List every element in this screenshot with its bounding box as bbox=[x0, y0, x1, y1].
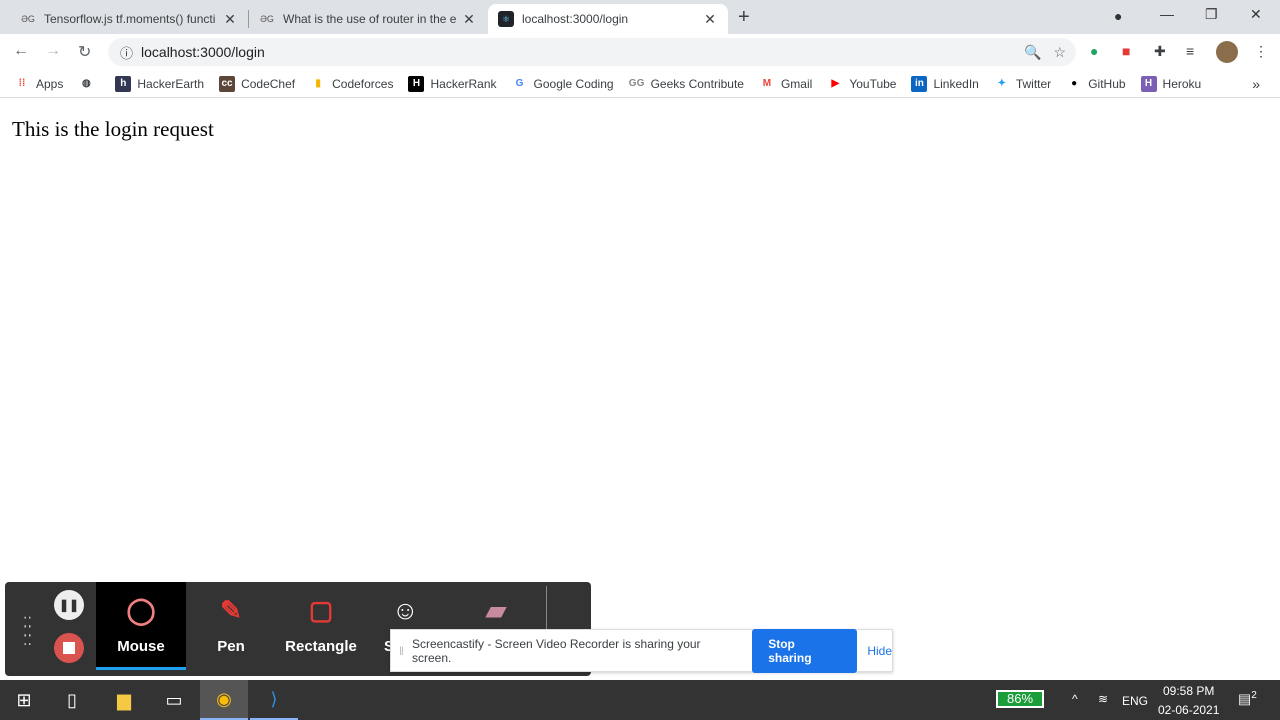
more-bookmarks-icon[interactable]: » bbox=[1252, 76, 1260, 92]
drag-icon[interactable]: ‖ bbox=[399, 644, 404, 658]
bookmark-heroku[interactable]: H Heroku bbox=[1140, 75, 1201, 92]
GG-icon: GG bbox=[628, 78, 645, 89]
G-icon: G bbox=[515, 78, 524, 89]
in-icon: in bbox=[911, 75, 928, 92]
reading-list-icon[interactable]: ≡ bbox=[1186, 43, 1194, 59]
browser-toolbar: ← → ↻ ⓘ localhost:3000/login 🔍 ☆ ● ■ ✚ ≡… bbox=[0, 34, 1280, 70]
octocat-icon: ● bbox=[1071, 78, 1078, 89]
bookmark-apps[interactable]: ⁞⁞ Apps bbox=[14, 76, 64, 92]
tab-bar: ƏG Tensorflow.js tf.moments() functi ✕ ƏG W… bbox=[0, 0, 1280, 34]
clock-date[interactable]: 02-06-2021 bbox=[1158, 703, 1219, 717]
bookmark-codeforces[interactable]: ▮ Codeforces bbox=[310, 76, 393, 92]
cc-icon: cc bbox=[219, 75, 236, 92]
bookmark-youtube[interactable]: ▶ YouTube bbox=[827, 76, 896, 92]
bookmark-google-coding[interactable]: G Google Coding bbox=[512, 76, 614, 92]
bookmark-hackerearth[interactable]: h HackerEarth bbox=[115, 75, 204, 92]
tool-mouse[interactable]: ◯ Mouse bbox=[96, 582, 186, 670]
close-tab-icon[interactable]: ✕ bbox=[222, 11, 238, 28]
tray-chevron-icon[interactable]: ^ bbox=[1072, 692, 1078, 706]
H-icon: H bbox=[408, 75, 425, 92]
forward-icon[interactable]: → bbox=[45, 42, 61, 60]
close-tab-icon[interactable]: ✕ bbox=[702, 11, 718, 28]
M-icon: M bbox=[762, 78, 772, 89]
windows-start-icon[interactable]: ⊞ bbox=[0, 680, 48, 720]
bird-icon: ✦ bbox=[997, 78, 1007, 89]
react-icon: ⚛ bbox=[498, 11, 514, 27]
stop-button[interactable] bbox=[54, 633, 84, 663]
extensions-icon[interactable]: ✚ bbox=[1154, 43, 1166, 60]
sharing-banner: ‖ Screencastify - Screen Video Recorder … bbox=[390, 628, 893, 673]
vscode-icon[interactable]: ⟩ bbox=[250, 680, 298, 720]
bookmark-gmail[interactable]: M Gmail bbox=[759, 76, 813, 92]
mouse-cursor-icon: ◯ bbox=[126, 594, 156, 625]
close-tab-icon[interactable]: ✕ bbox=[461, 11, 477, 28]
globe-icon: ◍ bbox=[81, 78, 91, 89]
gfg-icon: ƏG bbox=[21, 14, 35, 24]
bookmarks-bar: ⁞⁞ Apps ◍ h HackerEarth cc CodeChef ▮ Codeforces… bbox=[0, 70, 1280, 98]
mysql-icon[interactable]: ▭ bbox=[150, 680, 198, 720]
bookmark-linkedin[interactable]: in LinkedIn bbox=[911, 75, 979, 92]
back-icon[interactable]: ← bbox=[13, 42, 29, 60]
gfg-icon: ƏG bbox=[260, 14, 274, 24]
screencastify-icon[interactable]: ■ bbox=[1122, 43, 1130, 59]
taskbar: ⊞ ▯ ▆ ▭ ◉ ⟩ bbox=[0, 680, 1280, 720]
close-window-button[interactable]: ✕ bbox=[1250, 6, 1262, 23]
tab-tensorflow[interactable]: ƏG Tensorflow.js tf.moments() functi ✕ bbox=[10, 4, 248, 34]
profile-menu-icon[interactable]: ● bbox=[1114, 8, 1122, 24]
rectangle-icon: ▢ bbox=[308, 594, 334, 625]
zoom-star-icons[interactable]: 🔍 ☆ bbox=[1024, 44, 1066, 61]
drag-handle-icon[interactable]: ⁚⁚ ⁚⁚ ⁚⁚ bbox=[23, 615, 32, 647]
clock-time[interactable]: 09:58 PM bbox=[1163, 684, 1214, 698]
bookmark-geeks-contribute[interactable]: GG Geeks Contribute bbox=[629, 76, 744, 92]
bookmark-globe[interactable]: ◍ bbox=[78, 76, 100, 92]
bookmark-github[interactable]: ● GitHub bbox=[1066, 76, 1125, 92]
tool-pen[interactable]: ✎ Pen bbox=[186, 582, 276, 670]
menu-icon[interactable]: ⋮ bbox=[1254, 43, 1268, 60]
H-icon: H bbox=[1140, 75, 1157, 92]
minimize-button[interactable]: — bbox=[1160, 6, 1174, 22]
hide-button[interactable]: Hide bbox=[867, 644, 892, 658]
pause-button[interactable]: ❚❚ bbox=[54, 590, 84, 620]
tab-router[interactable]: ƏG What is the use of router in the e ✕ bbox=[249, 4, 487, 34]
avatar[interactable] bbox=[1216, 41, 1238, 63]
new-tab-button[interactable]: + bbox=[738, 6, 750, 29]
chrome-icon[interactable]: ◉ bbox=[200, 680, 248, 720]
bars-icon: ▮ bbox=[315, 78, 321, 89]
notifications-icon[interactable]: ▤2 bbox=[1238, 690, 1257, 708]
language-indicator[interactable]: ENG bbox=[1122, 694, 1148, 708]
login-message: This is the login request bbox=[12, 117, 214, 141]
tool-rectangle[interactable]: ▢ Rectangle bbox=[276, 582, 366, 670]
h-icon: h bbox=[115, 75, 132, 92]
task-view-icon[interactable]: ▯ bbox=[48, 680, 96, 720]
wifi-icon[interactable]: ≋ bbox=[1098, 692, 1108, 706]
restore-button[interactable]: ❐ bbox=[1205, 6, 1218, 23]
bookmark-twitter[interactable]: ✦ Twitter bbox=[994, 76, 1052, 92]
reload-icon[interactable]: ↻ bbox=[78, 42, 91, 62]
bookmark-codechef[interactable]: cc CodeChef bbox=[219, 75, 295, 92]
battery-indicator[interactable]: 86% bbox=[996, 690, 1044, 708]
url-text[interactable]: localhost:3000/login bbox=[141, 44, 265, 60]
pen-icon: ✎ bbox=[220, 594, 242, 625]
bookmark-hackerrank[interactable]: H HackerRank bbox=[408, 75, 497, 92]
stop-sharing-button[interactable]: Stop sharing bbox=[752, 628, 858, 673]
play-icon: ▶ bbox=[831, 78, 840, 89]
grammarly-icon[interactable]: ● bbox=[1090, 43, 1098, 59]
info-icon[interactable]: ⓘ bbox=[120, 43, 133, 62]
apps-grid-icon: ⁞⁞ bbox=[18, 78, 26, 89]
tab-localhost[interactable]: ⚛ localhost:3000/login ✕ bbox=[488, 4, 728, 34]
address-bar[interactable]: ⓘ localhost:3000/login 🔍 ☆ bbox=[108, 38, 1076, 66]
file-explorer-icon[interactable]: ▆ bbox=[100, 680, 148, 720]
